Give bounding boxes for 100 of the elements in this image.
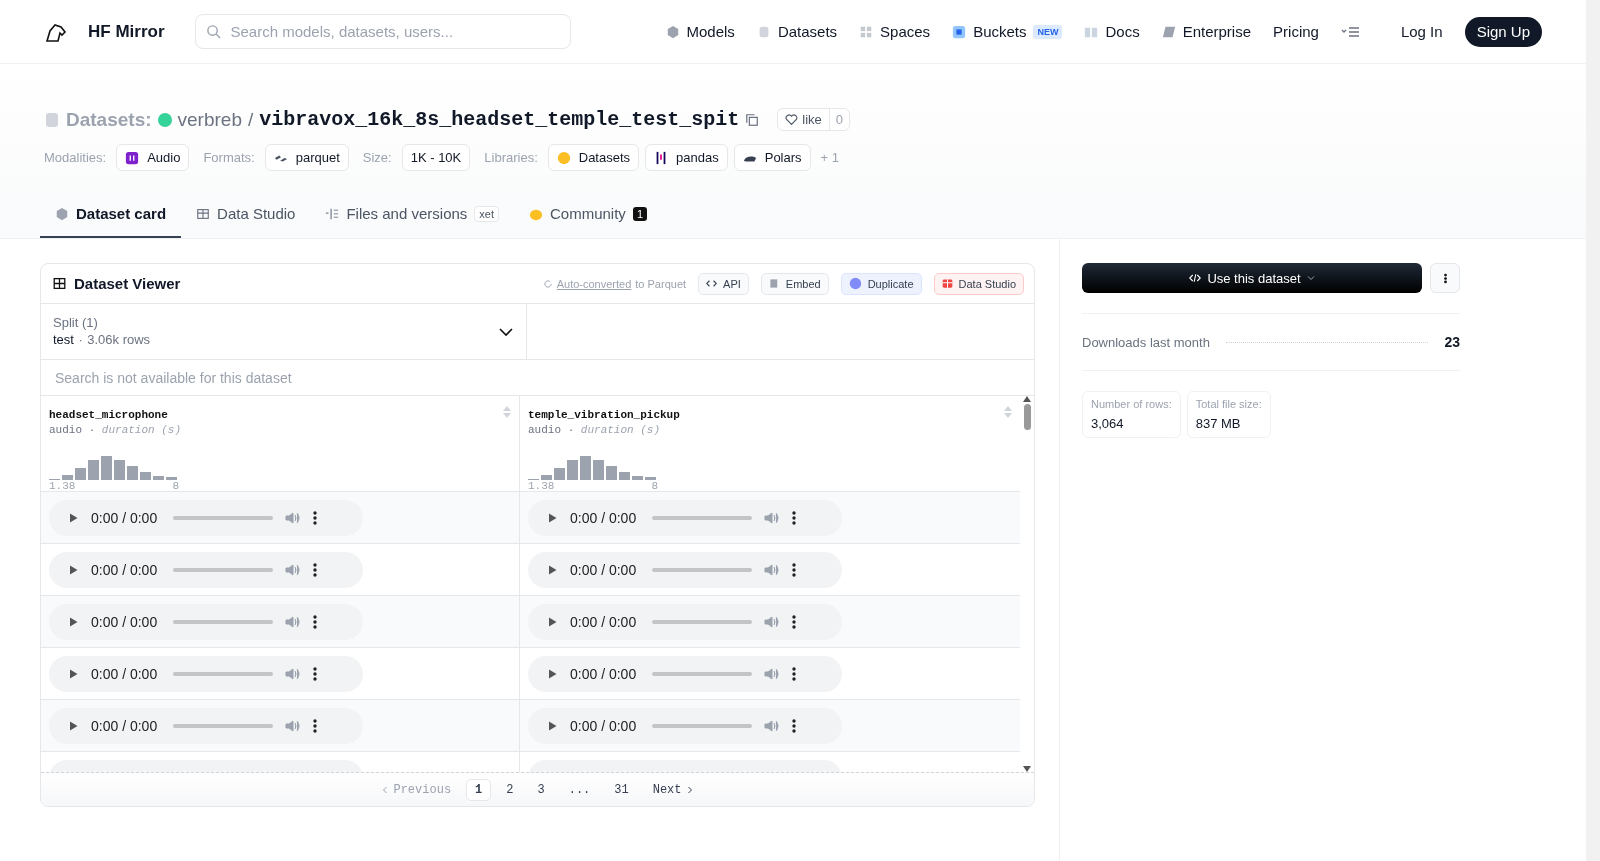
audio-player[interactable]: 0:00 / 0:00 [528, 707, 842, 744]
scrollbar-thumb[interactable] [1023, 404, 1031, 430]
audio-player[interactable]: 0:00 / 0:00 [49, 499, 363, 536]
search-field[interactable]: Search is not available for this dataset [53, 368, 1022, 387]
volume-icon [285, 561, 302, 578]
sort-icon[interactable] [503, 406, 511, 418]
seek-bar[interactable] [652, 723, 753, 728]
card-title: Dataset Viewer [74, 275, 181, 292]
seek-bar[interactable] [652, 515, 753, 520]
tab[interactable]: Dataset card [40, 205, 182, 238]
cube-icon [665, 24, 680, 39]
audio-player[interactable]: 0:00 / 0:00 [49, 707, 363, 744]
tag-chip[interactable]: Polars [733, 144, 811, 171]
audio-player[interactable]: 0:00 / 0:00 [49, 603, 363, 640]
page-button[interactable]: 2 [497, 778, 523, 801]
seek-bar[interactable] [652, 619, 753, 624]
like-button[interactable]: like 0 [777, 108, 851, 131]
axis-label: 1.38 [528, 480, 555, 492]
more-icon [313, 509, 318, 526]
heart-icon [785, 113, 799, 126]
brand-name[interactable]: HF Mirror [88, 21, 165, 42]
search-field[interactable]: Search models, datasets, users... [194, 14, 571, 49]
tag-chip[interactable]: parquet [264, 144, 349, 171]
nav-link[interactable]: Enterprise [1161, 23, 1252, 40]
audio-player[interactable]: 0:00 / 0:00 [528, 603, 842, 640]
chevron-left-icon [381, 784, 390, 795]
viewer-action-button[interactable]: Embed [760, 272, 829, 295]
count-badge: 1 [632, 206, 647, 221]
column-name: temple_vibration_pickup [528, 409, 680, 421]
audio-time: 0:00 / 0:00 [91, 665, 158, 682]
volume-icon [285, 665, 302, 682]
audio-time: 0:00 / 0:00 [570, 665, 637, 682]
bucket-icon [952, 24, 967, 39]
chevron-right-icon [685, 784, 694, 795]
audio-player[interactable]: 0:00 / 0:00 [49, 655, 363, 692]
tag-chip[interactable]: 1K - 10K [401, 144, 471, 171]
column-stat: duration (s) [580, 424, 661, 436]
use-dataset-button[interactable]: Use this dataset [1082, 263, 1422, 293]
viewer-action-button[interactable]: Duplicate [840, 272, 922, 295]
nav-link[interactable]: Buckets NEW [952, 23, 1063, 40]
nav-link[interactable]: Spaces [859, 23, 931, 40]
database-icon [44, 110, 60, 129]
separator-dot: · [567, 424, 575, 436]
tag-chip[interactable]: pandas [645, 144, 728, 171]
seek-bar[interactable] [652, 567, 753, 572]
page-button[interactable]: 1 [466, 778, 492, 801]
viewer-action-button[interactable]: API [698, 272, 749, 295]
audio-player[interactable]: 0:00 / 0:00 [49, 551, 363, 588]
viewer-action-button[interactable]: Data Studio [933, 272, 1024, 295]
seek-bar[interactable] [652, 671, 753, 676]
seek-bar[interactable] [173, 567, 274, 572]
audio-player[interactable]: 0:00 / 0:00 [528, 499, 842, 536]
more-icon [313, 717, 318, 734]
audio-time: 0:00 / 0:00 [91, 613, 158, 630]
audio-time: 0:00 / 0:00 [570, 561, 637, 578]
seek-bar[interactable] [173, 723, 274, 728]
more-icon [1443, 272, 1447, 284]
page-button[interactable]: ... [559, 778, 600, 801]
split-select[interactable]: Split (1) test · 3.06k rows [41, 304, 527, 359]
path-separator: / [247, 108, 254, 131]
refresh-icon [542, 278, 553, 289]
nav-link[interactable]: Models [665, 23, 735, 40]
more-icon [792, 665, 797, 682]
more-button[interactable] [1430, 263, 1460, 293]
tag-chip[interactable]: Datasets [547, 144, 640, 171]
tag-group-label: Size: [362, 150, 392, 165]
login-button[interactable]: Log In [1400, 23, 1443, 40]
more-icon [313, 665, 318, 682]
row-count: 3.06k rows [87, 332, 151, 347]
tab[interactable]: Files and versions xet [310, 205, 514, 238]
play-icon [546, 667, 558, 680]
tab[interactable]: Data Studio [181, 205, 311, 238]
owner-link[interactable]: verbreb [177, 108, 242, 131]
more-icon [313, 613, 318, 630]
sort-icon[interactable] [1004, 406, 1012, 418]
volume-icon [764, 509, 781, 526]
table-icon [196, 206, 211, 221]
tab[interactable]: Community 1 [514, 205, 662, 238]
files-icon [325, 206, 340, 221]
audio-player[interactable]: 0:00 / 0:00 [528, 655, 842, 692]
seek-bar[interactable] [173, 671, 274, 676]
seek-bar[interactable] [173, 619, 274, 624]
volume-icon [764, 717, 781, 734]
signup-button[interactable]: Sign Up [1464, 16, 1542, 47]
nav-link[interactable]: Pricing [1273, 23, 1319, 40]
nav-link[interactable]: Docs [1084, 23, 1140, 40]
stat-card: Total file size: 837 MB [1186, 391, 1271, 438]
tag-chip[interactable]: Audio [116, 144, 190, 171]
play-icon [546, 563, 558, 576]
volume-icon [285, 613, 302, 630]
page-button[interactable]: 3 [528, 778, 554, 801]
scroll-up-icon[interactable] [1023, 396, 1031, 402]
play-icon [546, 511, 558, 524]
page-button[interactable]: 31 [605, 778, 638, 801]
search-icon [205, 24, 221, 39]
seek-bar[interactable] [173, 515, 274, 520]
next-button[interactable]: Next [643, 778, 703, 801]
audio-player[interactable]: 0:00 / 0:00 [528, 551, 842, 588]
dataset-name[interactable]: vibravox_16k_8s_headset_temple_test_spit [259, 108, 740, 131]
nav-link[interactable]: Datasets [756, 23, 838, 40]
